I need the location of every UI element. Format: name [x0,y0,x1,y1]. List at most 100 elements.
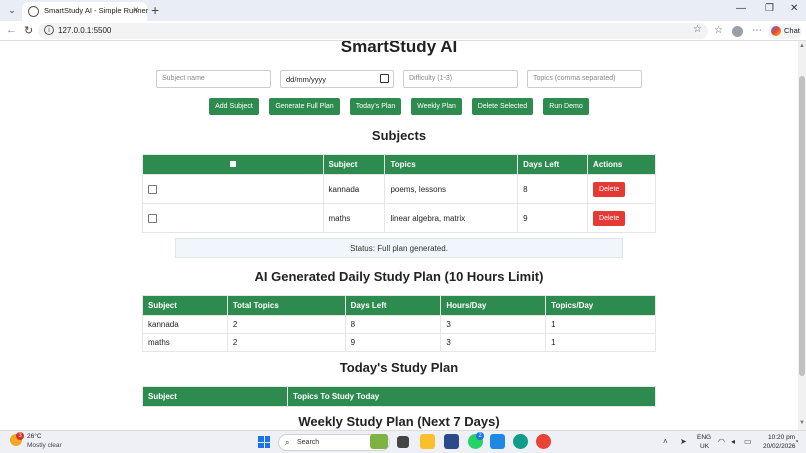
reload-icon[interactable]: ↻ [24,24,33,37]
plan-cell: 1 [545,333,656,352]
actions-cell: Delete [587,203,656,233]
bookmark-star-icon[interactable]: ☆ [693,24,702,35]
weather-desc: Mostly clear [27,442,62,449]
widget-icon[interactable] [370,434,388,449]
table-row: maths linear algebra, matrix 9 Delete [142,203,656,233]
topics-column-header: Topics [384,154,519,175]
topics-input[interactable]: Topics (comma separated) [527,70,642,88]
days-left-cell: 8 [517,174,589,204]
close-tab-icon[interactable]: × [133,5,139,16]
weekly-plan-heading: Weekly Study Plan (Next 7 Days) [298,414,500,429]
search-icon: ⌕ [285,438,290,447]
days-left-column-header: Days Left [517,154,589,175]
scroll-up-icon[interactable]: ▲ [799,43,805,49]
site-info-icon[interactable]: i [44,25,54,35]
new-tab-icon[interactable]: + [151,2,159,18]
weather-badge: 3 [16,432,24,440]
task-view-icon[interactable] [397,436,409,448]
more-menu-icon[interactable]: ⋯ [752,25,762,36]
clock-time[interactable]: 10:20 pm [768,434,795,441]
volume-icon[interactable]: ◂ [731,437,735,446]
scroll-down-icon[interactable]: ▼ [799,420,805,426]
edge-icon[interactable] [513,434,528,449]
todays-plan-heading: Today's Study Plan [339,360,459,375]
topics-placeholder: Topics (comma separated) [533,75,616,82]
delete-button[interactable]: Delete [593,181,626,197]
row-select-cell [142,203,324,233]
plan-cell: 9 [344,333,442,352]
plan-topics-day-header: Topics/Day [545,295,656,316]
taskbar: 3 26°C Mostly clear ⌕ Search 2 ˄ ➤ ENG U… [0,430,806,453]
status-message: Status: Full plan generated. [175,238,623,258]
add-subject-button[interactable]: Add Subject [209,98,259,115]
subject-cell: maths [322,203,386,233]
tray-chevron-icon[interactable]: ˄ [663,437,668,446]
plan-subject-header: Subject [142,295,228,316]
weekly-plan-button[interactable]: Weekly Plan [411,98,462,115]
actions-column-header: Actions [587,154,656,175]
browser-toolbar: ← ↻ i 127.0.0.1:5500 ☆ ☆ ⋯ [0,21,806,41]
select-all-header[interactable] [142,154,324,175]
favorites-icon[interactable]: ☆ [714,25,723,36]
row-select-cell [142,174,324,204]
windows-start-icon[interactable] [258,436,270,448]
chat-button[interactable]: Chat [768,24,802,39]
search-label: Search [297,439,320,446]
language-top[interactable]: ENG [697,434,711,441]
today-header-row: Subject Topics To Study Today [142,386,656,407]
row-checkbox[interactable] [148,213,157,223]
file-explorer-icon[interactable] [420,434,435,449]
restore-icon[interactable]: ❐ [765,3,774,14]
plan-cell: 1 [545,315,656,334]
scroll-thumb[interactable] [799,76,805,376]
run-demo-button[interactable]: Run Demo [543,98,589,115]
table-row: kannada poems, lessons 8 Delete [142,174,656,204]
store-icon[interactable] [444,434,459,449]
plan-cell: 8 [344,315,442,334]
page-viewport: SmartStudy AI Subject name dd/mm/yyyy Di… [0,41,798,430]
days-left-cell: 9 [517,203,589,233]
todays-plan-button[interactable]: Today's Plan [350,98,401,115]
calendar-icon[interactable] [380,74,389,83]
date-placeholder: dd/mm/yyyy [286,75,327,84]
subject-name-input[interactable]: Subject name [156,70,271,88]
notification-bell-icon[interactable]: ◔ [794,437,799,446]
close-window-icon[interactable]: ✕ [790,3,798,14]
difficulty-input[interactable]: Difficulty (1-3) [403,70,518,88]
whatsapp-badge: 2 [476,432,484,440]
page-scrollbar[interactable]: ▲ ▼ [798,41,806,430]
battery-icon[interactable]: ▭ [744,437,752,446]
profile-avatar[interactable] [732,26,743,37]
subject-cell: kannada [322,174,386,204]
chat-label: Chat [784,26,800,35]
chrome-icon[interactable] [536,434,551,449]
plan-cell: 3 [440,333,547,352]
subjects-heading: Subjects [371,128,427,143]
row-checkbox[interactable] [148,184,157,194]
globe-icon [28,6,39,17]
difficulty-placeholder: Difficulty (1-3) [409,75,453,82]
address-bar[interactable]: i 127.0.0.1:5500 ☆ [38,23,708,39]
language-bottom[interactable]: UK [700,443,709,450]
daily-plan-table: Subject Total Topics Days Left Hours/Day… [142,295,656,352]
plan-cell: 3 [440,315,547,334]
delete-button[interactable]: Delete [593,210,626,226]
weather-temp: 26°C [27,433,42,440]
back-icon[interactable]: ← [6,24,17,36]
copilot-icon [771,26,781,36]
generate-full-plan-button[interactable]: Generate Full Plan [269,98,340,115]
tab-search-icon[interactable]: ⌄ [4,3,20,18]
select-all-checkbox[interactable] [229,161,236,167]
table-row: kannada 2 8 3 1 [142,315,656,334]
deadline-date-input[interactable]: dd/mm/yyyy [280,70,394,88]
minimize-icon[interactable]: — [736,3,746,14]
wifi-icon[interactable]: ◠ [718,437,725,446]
delete-selected-button[interactable]: Delete Selected [472,98,533,115]
actions-cell: Delete [587,174,656,204]
plan-total-topics-header: Total Topics [226,295,346,316]
clock-date[interactable]: 20/02/2026 [763,443,796,450]
browser-tab[interactable]: SmartStudy AI - Simple Runner × [22,2,148,21]
plan-cell: maths [142,333,228,352]
vscode-icon[interactable] [490,434,505,449]
location-icon[interactable]: ➤ [680,437,687,446]
